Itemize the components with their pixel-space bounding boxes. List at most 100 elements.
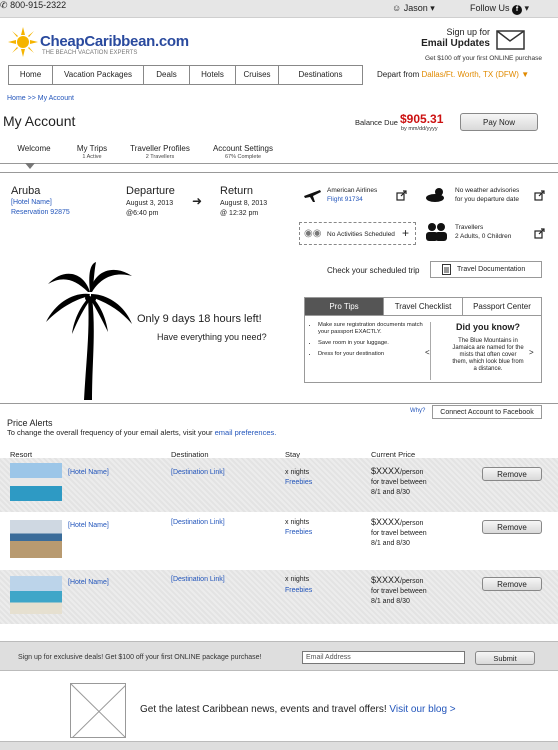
active-tab-indicator [25,163,35,169]
weather-cloud-icon [426,188,444,202]
airplane-icon [304,190,321,202]
freebies-link[interactable]: Freebies [285,529,312,536]
blog-promo: Get the latest Caribbean news, events an… [140,704,456,715]
chevron-down-icon: ▾ [524,3,530,13]
tab-my-trips[interactable]: My Trips 1 Active [70,144,114,162]
add-activity-icon[interactable]: + [402,226,409,240]
tab-pro-tips[interactable]: Pro Tips [305,298,384,315]
tab-traveller-profiles[interactable]: Traveller Profiles 2 Travellers [125,144,195,162]
breadcrumb[interactable]: Home >> My Account [7,95,74,102]
resort-thumbnail[interactable] [10,520,62,558]
departure-title: Departure [126,185,175,197]
weather-line2: for you departure date [455,196,519,203]
email-signup[interactable]: Sign up for Email Updates [420,27,490,49]
deal-text: Sign up for exclusive deals! Get $100 of… [18,654,262,661]
price-dates: 8/1 and 8/30 [371,489,410,496]
document-icon [442,264,451,275]
tab-label: My Trips [76,144,108,153]
hotel-name-link[interactable]: [Hotel Name] [68,522,109,529]
hotel-name-link[interactable]: [Hotel Name] [68,579,109,586]
trip-reservation-link[interactable]: Reservation 92875 [11,209,70,216]
signup-promo: Get $100 off your first ONLINE purchase [425,55,542,62]
balance-due-date: by mm/dd/yyyy [401,126,438,132]
nav-cruises[interactable]: Cruises [236,66,279,84]
submit-button[interactable]: Submit [475,651,535,665]
nav-vacation-packages[interactable]: Vacation Packages [53,66,144,84]
airline-name: American Airlines [327,187,378,194]
page-title: My Account [3,113,76,129]
price-per: /person [400,520,424,527]
stay-nights: x nights [285,576,310,583]
destination-link[interactable]: [Destination Link] [171,576,225,583]
sun-logo-icon [8,27,38,57]
travellers-title: Travellers [455,224,484,231]
travellers-count: 2 Adults, 0 Children [455,233,512,240]
tab-sub: 2 Travellers [145,154,175,160]
table-row [0,458,558,512]
destination-link[interactable]: [Destination Link] [171,469,225,476]
departure-date: August 3, 2013 [126,200,174,207]
price-cell: $XXXX/person for travel between 8/1 and 8/… [371,517,427,549]
connect-facebook-button[interactable]: Connect Account to Facebook [432,405,542,419]
external-link-icon[interactable] [534,190,545,201]
nav-deals[interactable]: Deals [144,66,190,84]
freebies-link[interactable]: Freebies [285,479,312,486]
price-alerts-title: Price Alerts [7,418,53,428]
remove-button[interactable]: Remove [482,520,542,534]
price-dates: 8/1 and 8/30 [371,598,410,605]
user-name: Jason [403,3,428,13]
remove-button[interactable]: Remove [482,577,542,591]
tab-travel-checklist[interactable]: Travel Checklist [384,298,463,315]
phone-icon: ✆ [0,0,8,10]
tip-item: Dress for your destination [318,351,430,358]
signup-line1: Sign up for [446,27,490,37]
nav-home[interactable]: Home [9,66,53,84]
stay-nights: x nights [285,469,310,476]
check-trip-text: Check your scheduled trip [327,266,420,275]
destination-link[interactable]: [Destination Link] [171,519,225,526]
price-dates: 8/1 and 8/30 [371,540,410,547]
resort-thumbnail[interactable] [10,463,62,501]
trip-hotel-link[interactable]: [Hotel Name] [11,199,52,206]
freebies-link[interactable]: Freebies [285,587,312,594]
email-preferences-link[interactable]: email preferences. [215,428,277,437]
external-link-icon[interactable] [396,190,407,201]
pay-now-button[interactable]: Pay Now [460,113,538,131]
blog-text: Get the latest Caribbean news, events an… [140,704,387,715]
chevron-down-icon: ▼ [521,70,530,79]
nav-hotels[interactable]: Hotels [190,66,236,84]
email-input[interactable]: Email Address [302,651,465,664]
blog-link[interactable]: Visit our blog > [389,704,455,715]
subtitle-text: To change the overall frequency of your … [7,428,213,437]
flight-number: Flight 91734 [327,196,363,203]
phone-number[interactable]: ✆ 800-915-2322 [0,0,66,11]
price-between: for travel between [371,479,427,486]
tab-welcome[interactable]: Welcome [15,144,53,153]
price-alerts-subtitle: To change the overall frequency of your … [7,428,276,437]
depart-from[interactable]: Depart from Dallas/Ft. Worth, TX (DFW) ▼ [377,70,529,79]
tab-account-settings[interactable]: Account Settings 67% Complete [208,144,278,162]
envelope-icon[interactable] [496,29,526,51]
follow-us-menu[interactable]: Follow Us f ▾ [470,3,529,15]
brand-logo[interactable]: CheapCaribbean.com [40,33,189,50]
tips-list: Make sure registration documents match y… [310,322,430,362]
stay-nights: x nights [285,519,310,526]
tab-passport-center[interactable]: Passport Center [463,298,541,315]
tip-item: Make sure registration documents match y… [318,322,430,336]
brand-tagline: THE BEACH VACATION EXPERTS [42,50,138,56]
balance-label: Balance Due [355,118,398,127]
price-value: $XXXX [371,517,401,527]
travel-doc-label: Travel Documentation [457,266,526,273]
why-link[interactable]: Why? [410,408,425,414]
nav-destinations[interactable]: Destinations [279,66,362,84]
resort-thumbnail[interactable] [10,576,62,614]
tab-label: Account Settings [212,144,274,153]
dyk-title: Did you know? [456,322,520,332]
hotel-name-link[interactable]: [Hotel Name] [68,469,109,476]
chevron-left-icon[interactable]: < [425,348,430,357]
remove-button[interactable]: Remove [482,467,542,481]
tips-divider [430,322,431,380]
external-link-icon[interactable] [534,228,545,239]
user-menu[interactable]: ☺ Jason ▾ [392,3,435,14]
depart-city: Dallas/Ft. Worth, TX (DFW) [421,70,519,79]
